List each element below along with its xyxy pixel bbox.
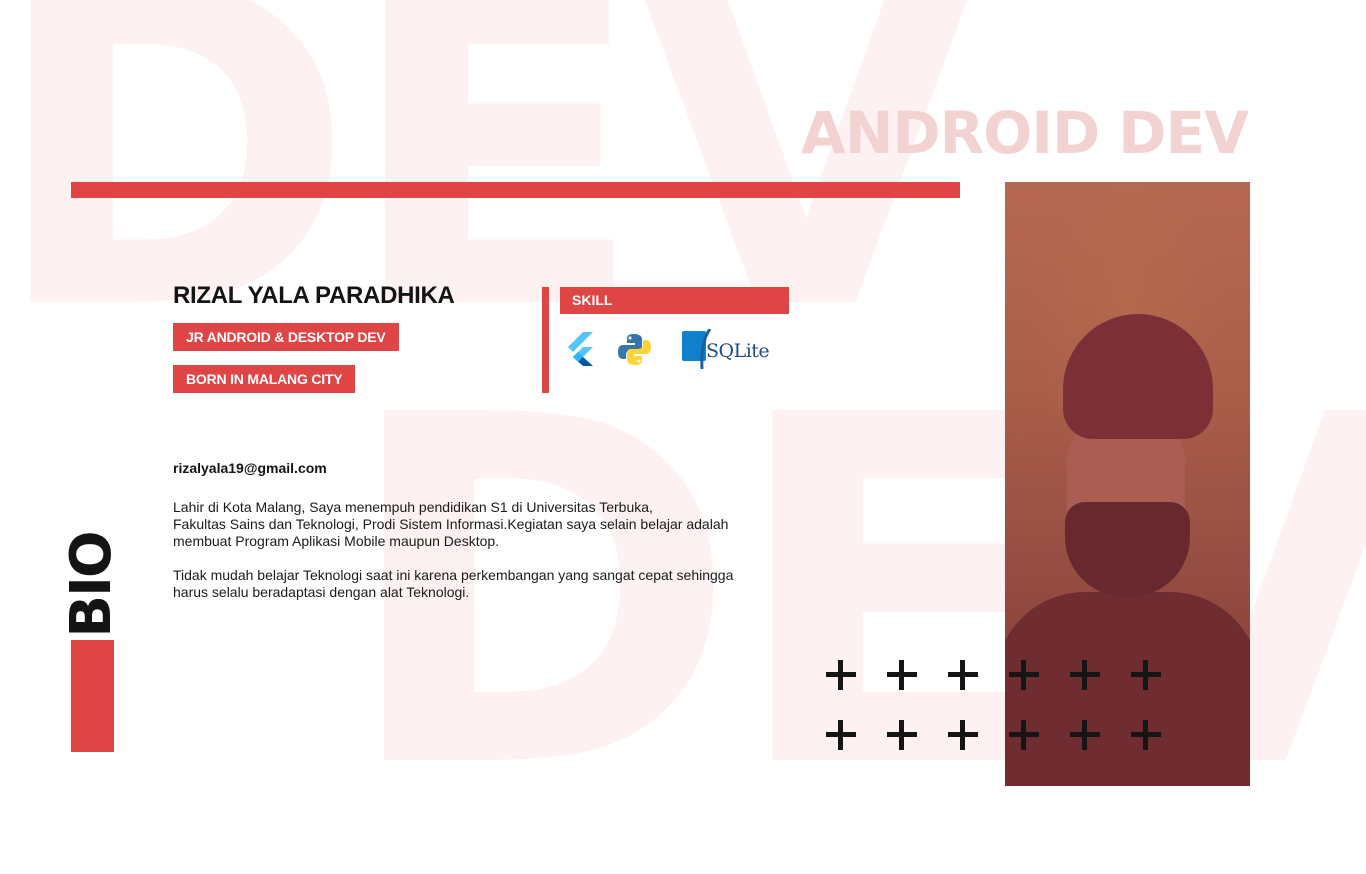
top-divider (71, 182, 960, 198)
plus-icon (1131, 660, 1161, 690)
skill-heading: SKILL (560, 287, 789, 314)
plus-icon (948, 660, 978, 690)
flutter-icon (566, 332, 594, 366)
plus-icon (826, 660, 856, 690)
plus-icon (887, 660, 917, 690)
plus-icon (1009, 720, 1039, 750)
sqlite-icon: SQLite (680, 329, 770, 371)
sqlite-label: SQLite (706, 340, 770, 362)
plus-icon (1070, 720, 1100, 750)
plus-icon (826, 720, 856, 750)
profile-photo (1005, 182, 1250, 786)
plus-icon (1070, 660, 1100, 690)
python-icon (618, 333, 651, 366)
bio-paragraph-2-line-1: Tidak mudah belajar Teknologi saat ini k… (173, 567, 734, 583)
bio-paragraph-2-line-2: harus selalu beradaptasi dengan alat Tek… (173, 584, 470, 600)
bio-section-label: BIO (59, 532, 124, 638)
photo-tint-overlay (1005, 182, 1250, 786)
bio-accent-block (71, 640, 114, 752)
plus-icon (1009, 660, 1039, 690)
email-address[interactable]: rizalyala19@gmail.com (173, 460, 327, 476)
headline-title: ANDROID DEV (800, 99, 1249, 167)
bio-paragraph-1-line-2: Fakultas Sains dan Teknologi, Prodi Sist… (173, 516, 729, 532)
bio-paragraph-1-line-1: Lahir di Kota Malang, Saya menempuh pend… (173, 499, 653, 515)
bio-paragraph-2: Tidak mudah belajar Teknologi saat ini k… (173, 567, 813, 601)
plus-icon (948, 720, 978, 750)
bio-paragraph-1: Lahir di Kota Malang, Saya menempuh pend… (173, 499, 813, 550)
role-badge: JR ANDROID & DESKTOP DEV (173, 323, 399, 351)
plus-icon (1131, 720, 1161, 750)
profile-name: RIZAL YALA PARADHIKA (173, 282, 455, 309)
bio-paragraph-1-line-3: membuat Program Aplikasi Mobile maupun D… (173, 533, 500, 549)
birthplace-badge: BORN IN MALANG CITY (173, 365, 356, 393)
skill-divider (542, 287, 549, 393)
plus-icon (887, 720, 917, 750)
